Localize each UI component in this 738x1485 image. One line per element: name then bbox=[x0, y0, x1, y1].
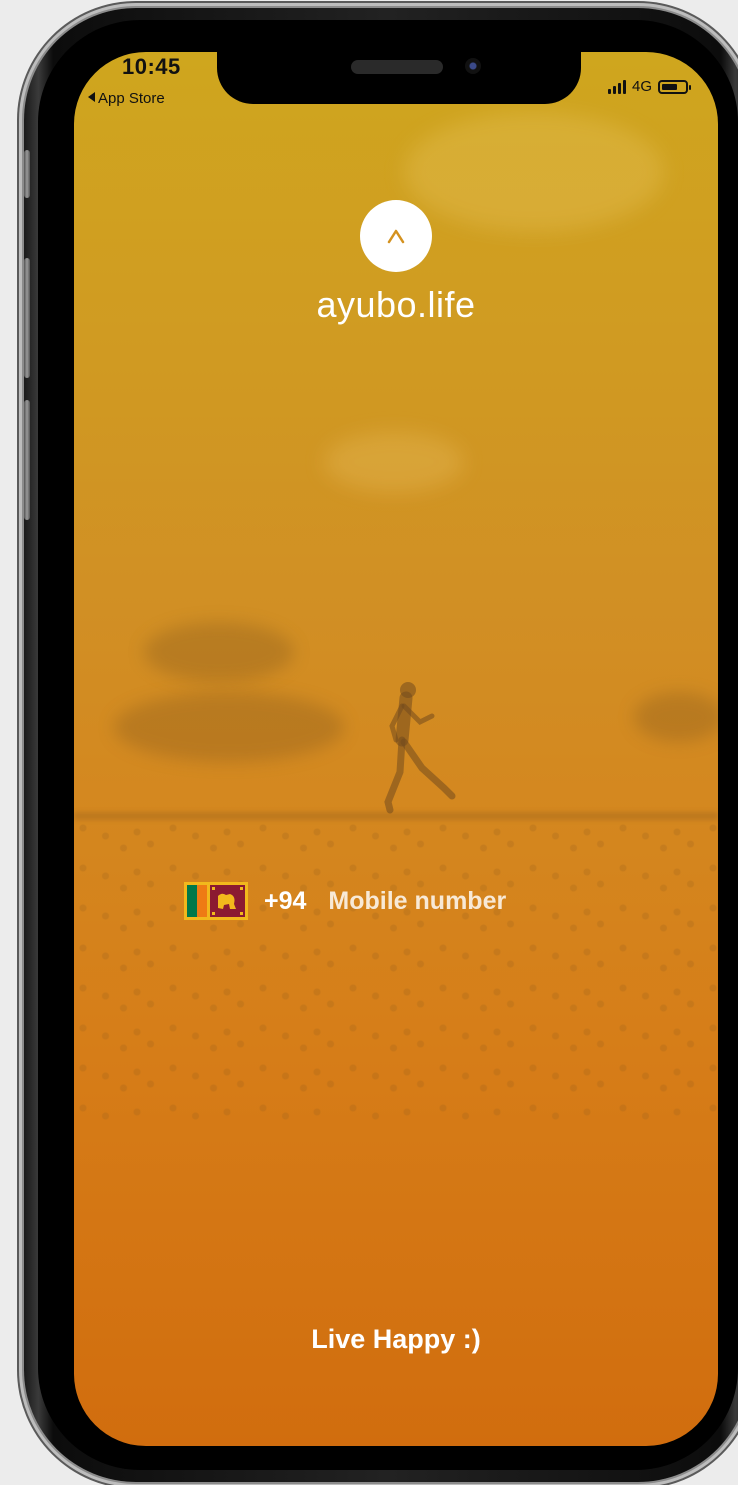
screenshot-canvas: 10:45 App Store 4G ayubo.life +94 Mobile… bbox=[0, 0, 738, 1485]
battery-icon bbox=[658, 79, 691, 94]
country-code[interactable]: +94 bbox=[264, 887, 306, 916]
back-arrow-icon bbox=[88, 92, 95, 102]
status-time: 10:45 bbox=[122, 54, 181, 79]
speaker-grille bbox=[351, 60, 443, 74]
app-screen: 10:45 App Store 4G ayubo.life +94 Mobile… bbox=[74, 52, 718, 1446]
network-type: 4G bbox=[631, 78, 652, 95]
mobile-number-input[interactable] bbox=[328, 886, 559, 916]
signal-icon bbox=[607, 79, 626, 94]
tagline: Live Happy :) bbox=[311, 1324, 481, 1354]
back-to-app-store-link[interactable]: App Store bbox=[88, 90, 165, 107]
front-camera bbox=[465, 58, 481, 74]
status-indicators: 4G bbox=[607, 78, 691, 95]
beach bbox=[74, 820, 718, 1120]
volume-up-button bbox=[24, 258, 30, 378]
notch bbox=[217, 52, 581, 104]
app-logo bbox=[360, 200, 432, 272]
volume-down-button bbox=[24, 400, 30, 520]
sri-lanka-flag-icon[interactable] bbox=[184, 882, 248, 920]
cloud bbox=[404, 112, 664, 232]
back-label: App Store bbox=[98, 90, 165, 107]
cloud bbox=[114, 692, 344, 762]
phone-number-row: +94 bbox=[184, 880, 559, 922]
runner-silhouette bbox=[384, 682, 456, 814]
cloud bbox=[324, 432, 464, 492]
logo-caret-icon bbox=[387, 229, 405, 244]
battery-level bbox=[662, 83, 678, 90]
cloud bbox=[144, 622, 294, 682]
app-name: ayubo.life bbox=[316, 284, 476, 325]
mute-switch bbox=[24, 150, 30, 198]
cloud bbox=[634, 692, 718, 742]
